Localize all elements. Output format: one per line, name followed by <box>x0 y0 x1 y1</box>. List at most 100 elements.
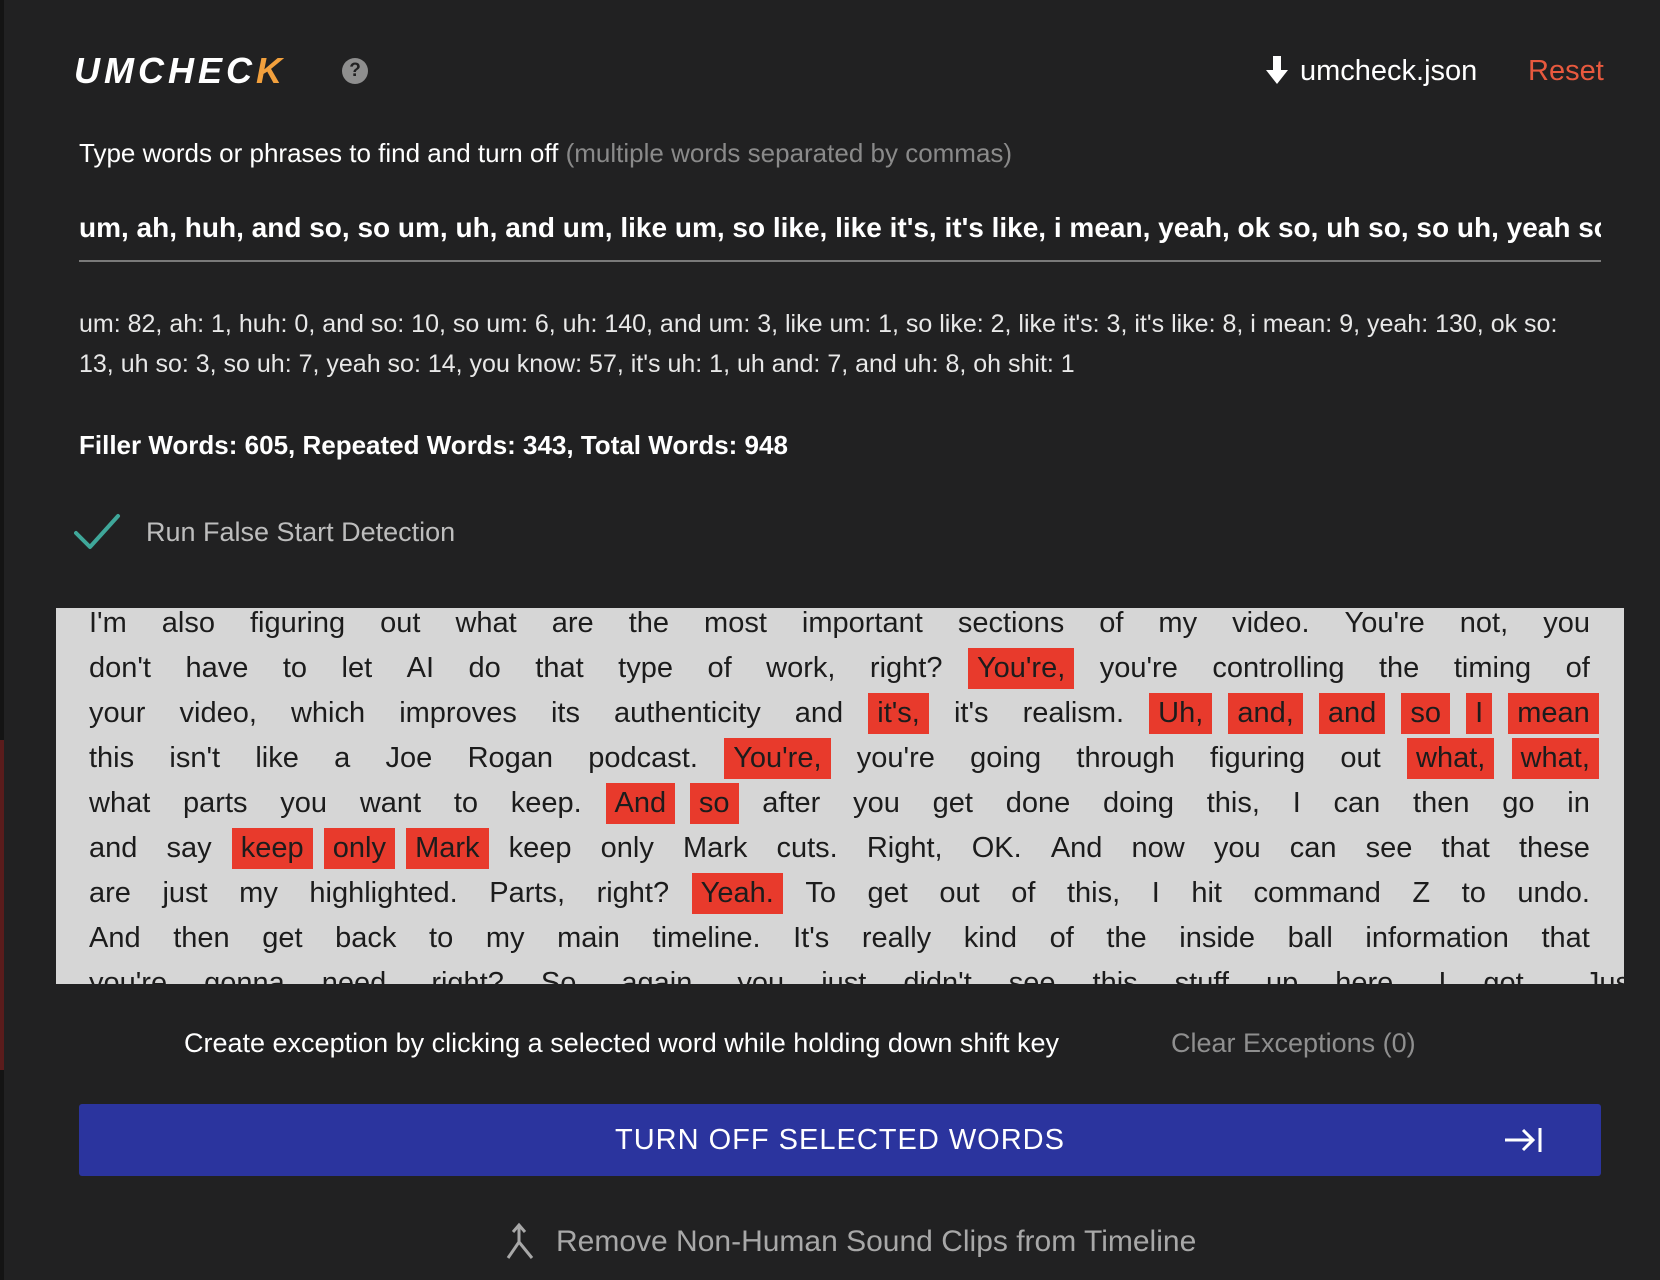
transcript-word[interactable]: this <box>1084 963 1147 984</box>
transcript-word[interactable]: right? <box>422 963 513 984</box>
selected-word[interactable]: keep <box>231 828 313 869</box>
transcript-word[interactable]: got... <box>1474 963 1557 984</box>
transcript-panel[interactable]: I'm also figuring out what are the most importan… <box>56 608 1624 984</box>
transcript-word[interactable]: just <box>153 873 216 914</box>
transcript-word[interactable]: have <box>176 648 257 689</box>
transcript-word[interactable]: of <box>698 648 740 689</box>
selected-word[interactable]: You're, <box>724 738 831 779</box>
reset-button[interactable]: Reset <box>1528 50 1604 92</box>
transcript-word[interactable]: here. <box>1326 963 1410 984</box>
transcript-word[interactable]: controlling <box>1203 648 1353 689</box>
transcript-word[interactable]: want <box>351 783 430 824</box>
transcript-word[interactable]: video. <box>1223 608 1318 644</box>
transcript-word[interactable]: of <box>1557 648 1599 689</box>
transcript-word[interactable]: which <box>282 693 374 734</box>
selected-word[interactable]: And <box>605 783 676 824</box>
transcript-word[interactable]: after <box>753 783 829 824</box>
selected-word[interactable]: I <box>1466 693 1493 734</box>
transcript-word[interactable]: Just <box>1576 963 1624 984</box>
transcript-word[interactable]: let <box>333 648 382 689</box>
selected-word[interactable]: so <box>689 783 739 824</box>
transcript-word[interactable]: important <box>793 608 932 644</box>
transcript-word[interactable]: get <box>924 783 982 824</box>
transcript-word[interactable]: keep. <box>502 783 591 824</box>
transcript-word[interactable]: isn't <box>160 738 229 779</box>
transcript-word[interactable]: that <box>1532 918 1598 959</box>
transcript-word[interactable]: It's <box>784 918 838 959</box>
transcript-word[interactable]: keep <box>500 828 581 869</box>
transcript-word[interactable]: of <box>1002 873 1044 914</box>
transcript-word[interactable]: podcast. <box>579 738 707 779</box>
transcript-word[interactable]: through <box>1067 738 1183 779</box>
filler-phrases-input[interactable] <box>79 196 1601 262</box>
selected-word[interactable]: and <box>1318 693 1386 734</box>
transcript-word[interactable]: up <box>1257 963 1307 984</box>
transcript-word[interactable]: these <box>1510 828 1599 869</box>
selected-word[interactable]: only <box>323 828 395 869</box>
transcript-word[interactable]: again, <box>612 963 709 984</box>
transcript-word[interactable]: can <box>1325 783 1390 824</box>
transcript-word[interactable]: hit <box>1182 873 1231 914</box>
transcript-word[interactable]: didn't <box>894 963 980 984</box>
transcript-word[interactable]: done <box>997 783 1080 824</box>
transcript-word[interactable]: go <box>1493 783 1543 824</box>
transcript-word[interactable]: what <box>446 608 525 644</box>
transcript-word[interactable]: get <box>859 873 917 914</box>
transcript-word[interactable]: ball <box>1279 918 1342 959</box>
transcript-word[interactable]: the <box>1370 648 1428 689</box>
transcript-word[interactable]: my <box>477 918 534 959</box>
transcript-word[interactable]: it's <box>945 693 998 734</box>
transcript-word[interactable]: OK. <box>963 828 1031 869</box>
transcript-word[interactable]: Rogan <box>459 738 562 779</box>
transcript-word[interactable]: I <box>1284 783 1310 824</box>
transcript-word[interactable]: not, <box>1451 608 1517 644</box>
selected-word[interactable]: what, <box>1407 738 1495 779</box>
transcript-word[interactable]: cuts. <box>768 828 847 869</box>
transcript-word[interactable]: this, <box>1198 783 1269 824</box>
transcript-word[interactable]: right? <box>861 648 952 689</box>
transcript-word[interactable]: say <box>158 828 221 869</box>
transcript-word[interactable]: to <box>274 648 316 689</box>
transcript-word[interactable]: You're <box>1336 608 1434 644</box>
transcript-word[interactable]: to <box>1453 873 1495 914</box>
transcript-word[interactable]: I <box>1143 873 1169 914</box>
transcript-word[interactable]: command <box>1245 873 1390 914</box>
transcript-word[interactable]: get <box>253 918 311 959</box>
transcript-word[interactable]: figuring <box>1201 738 1314 779</box>
transcript-word[interactable]: And <box>80 918 150 959</box>
transcript-word[interactable]: I'm <box>80 608 136 644</box>
selected-word[interactable]: what, <box>1511 738 1599 779</box>
transcript-word[interactable]: are <box>80 873 140 914</box>
selected-word[interactable]: so <box>1401 693 1451 734</box>
transcript-word[interactable]: do <box>460 648 510 689</box>
transcript-word[interactable]: see <box>1000 963 1065 984</box>
transcript-word[interactable]: that <box>526 648 592 689</box>
transcript-word[interactable]: this <box>80 738 143 779</box>
transcript-word[interactable]: improves <box>390 693 526 734</box>
transcript-word[interactable]: back <box>326 918 405 959</box>
transcript-word[interactable]: then <box>1404 783 1478 824</box>
transcript-word[interactable]: Mark <box>674 828 756 869</box>
transcript-word[interactable]: and <box>80 828 146 869</box>
transcript-word[interactable]: now <box>1123 828 1194 869</box>
transcript-word[interactable]: out <box>371 608 429 644</box>
download-json-button[interactable]: umcheck.json <box>1266 50 1477 92</box>
transcript-word[interactable]: in <box>1558 783 1599 824</box>
transcript-word[interactable]: right? <box>588 873 679 914</box>
transcript-word[interactable]: also <box>153 608 224 644</box>
transcript-word[interactable]: So, <box>532 963 594 984</box>
transcript-word[interactable]: Joe <box>377 738 442 779</box>
transcript-word[interactable]: undo. <box>1508 873 1599 914</box>
transcript-word[interactable]: timeline. <box>644 918 770 959</box>
transcript-word[interactable]: And <box>1042 828 1112 869</box>
transcript-word[interactable]: need, <box>313 963 404 984</box>
transcript-word[interactable]: sections <box>949 608 1073 644</box>
transcript-word[interactable]: you <box>728 963 793 984</box>
transcript-word[interactable]: gonna <box>195 963 294 984</box>
transcript-word[interactable]: you <box>1205 828 1270 869</box>
transcript-word[interactable]: then <box>164 918 238 959</box>
transcript-word[interactable]: you're <box>1091 648 1187 689</box>
transcript-word[interactable]: parts <box>174 783 256 824</box>
selected-word[interactable]: it's, <box>868 693 929 734</box>
transcript-word[interactable]: main <box>548 918 629 959</box>
